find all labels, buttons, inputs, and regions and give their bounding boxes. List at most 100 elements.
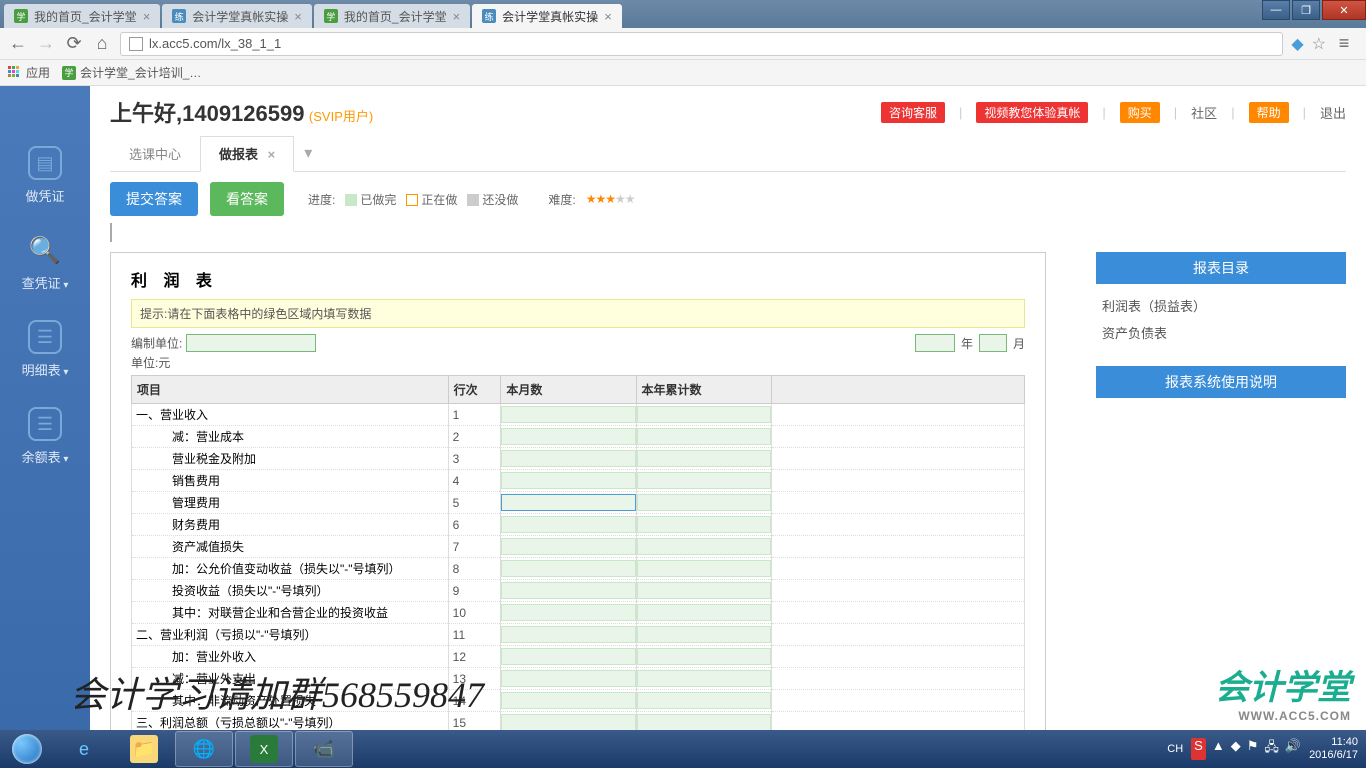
year-cell[interactable] — [636, 558, 771, 580]
bookmark-item-1[interactable]: 学 会计学堂_会计培训_… — [62, 64, 201, 81]
close-icon[interactable]: × — [143, 9, 151, 24]
year-cell[interactable] — [636, 602, 771, 624]
shield-icon[interactable]: ◆ — [1291, 34, 1303, 54]
month-cell[interactable] — [501, 448, 636, 470]
buy-button[interactable]: 购买 — [1120, 102, 1160, 123]
help-button[interactable]: 帮助 — [1249, 102, 1289, 123]
tab-report-active[interactable]: 做报表 × — [200, 136, 294, 172]
minimize-button[interactable]: — — [1262, 0, 1290, 20]
month-cell[interactable] — [501, 580, 636, 602]
taskbar-ie[interactable]: e — [55, 731, 113, 767]
table-row: 二、营业利润（亏损以"-"号填列）11 — [132, 624, 1025, 646]
item-cell: 加：公允价值变动收益（损失以"-"号填列） — [132, 558, 449, 580]
year-cell[interactable] — [636, 470, 771, 492]
clock[interactable]: 11:40 2016/6/17 — [1309, 736, 1358, 762]
tray-network-icon[interactable]: 🖧 — [1264, 738, 1279, 760]
tray-flag-icon[interactable]: ⚑ — [1247, 738, 1259, 760]
month-cell[interactable] — [501, 426, 636, 448]
consult-button[interactable]: 咨询客服 — [881, 102, 945, 123]
tray-icon[interactable]: ▲ — [1212, 738, 1225, 760]
table-row: 一、营业收入1 — [132, 404, 1025, 426]
apps-button[interactable]: 应用 — [8, 64, 50, 81]
extra-cell — [771, 426, 1024, 448]
year-cell[interactable] — [636, 404, 771, 426]
tab-dropdown[interactable]: ▾ — [294, 136, 322, 171]
tray-icon[interactable]: S — [1191, 738, 1206, 760]
close-window-button[interactable]: ✕ — [1322, 0, 1366, 20]
ime-indicator[interactable]: CH — [1167, 743, 1183, 755]
year-cell[interactable] — [636, 646, 771, 668]
taskbar-chrome-active[interactable]: 🌐 — [175, 731, 233, 767]
month-cell[interactable] — [501, 690, 636, 712]
line-cell: 8 — [448, 558, 501, 580]
start-button[interactable] — [0, 730, 54, 768]
close-icon[interactable]: × — [453, 9, 461, 24]
progress-legend: 进度: 已做完 正在做 还没做 难度: ★★★★★ — [308, 191, 635, 208]
line-cell: 11 — [448, 624, 501, 646]
table-row: 管理费用5 — [132, 492, 1025, 514]
forward-button[interactable]: → — [36, 34, 56, 54]
month-cell[interactable] — [501, 624, 636, 646]
sidebar-item-search-voucher[interactable]: 🔍 查凭证 — [0, 223, 90, 310]
sidebar-item-voucher[interactable]: ▤ 做凭证 — [0, 136, 90, 223]
year-cell[interactable] — [636, 668, 771, 690]
taskbar-camera[interactable]: 📹 — [295, 731, 353, 767]
month-input[interactable] — [979, 334, 1007, 352]
year-cell[interactable] — [636, 536, 771, 558]
view-answer-button[interactable]: 看答案 — [210, 182, 284, 216]
sidebar-item-detail[interactable]: ☰ 明细表 — [0, 310, 90, 397]
month-cell[interactable] — [501, 470, 636, 492]
year-cell[interactable] — [636, 624, 771, 646]
tab-courses[interactable]: 选课中心 — [110, 136, 200, 171]
year-cell[interactable] — [636, 492, 771, 514]
year-cell[interactable] — [636, 426, 771, 448]
year-cell[interactable] — [636, 690, 771, 712]
right-panel: 报表目录 利润表（损益表） 资产负债表 报表系统使用说明 — [1096, 252, 1346, 730]
community-link[interactable]: 社区 — [1191, 103, 1217, 122]
url-input[interactable]: lx.acc5.com/lx_38_1_1 — [120, 32, 1283, 56]
year-cell[interactable] — [636, 580, 771, 602]
year-cell[interactable] — [636, 712, 771, 731]
org-input[interactable] — [186, 334, 316, 352]
link-profit-loss[interactable]: 利润表（损益表） — [1096, 292, 1346, 319]
month-cell[interactable] — [501, 646, 636, 668]
video-button[interactable]: 视频教您体验真帐 — [976, 102, 1088, 123]
reload-button[interactable]: ⟳ — [64, 34, 84, 54]
browser-tab-2[interactable]: 练 会计学堂真帐实操 × — [162, 4, 312, 28]
month-cell[interactable] — [501, 712, 636, 731]
submit-answer-button[interactable]: 提交答案 — [110, 182, 198, 216]
tray-volume-icon[interactable]: 🔊 — [1285, 738, 1301, 760]
taskbar-excel[interactable]: X — [235, 731, 293, 767]
home-button[interactable]: ⌂ — [92, 34, 112, 54]
month-cell[interactable] — [501, 514, 636, 536]
sidebar-item-balance[interactable]: ☰ 余额表 — [0, 397, 90, 484]
back-button[interactable]: ← — [8, 34, 28, 54]
menu-button[interactable]: ≡ — [1334, 34, 1354, 54]
bookmark-star-icon[interactable]: ☆ — [1312, 34, 1326, 54]
month-cell[interactable] — [501, 602, 636, 624]
month-cell[interactable] — [501, 492, 636, 514]
year-cell[interactable] — [636, 448, 771, 470]
close-icon[interactable]: × — [604, 9, 612, 24]
taskbar-explorer[interactable]: 📁 — [115, 731, 173, 767]
col-year-header: 本年累计数 — [636, 376, 771, 404]
month-cell[interactable] — [501, 536, 636, 558]
close-icon[interactable]: × — [268, 147, 276, 162]
usage-header[interactable]: 报表系统使用说明 — [1096, 366, 1346, 398]
link-balance-sheet[interactable]: 资产负债表 — [1096, 319, 1346, 346]
month-cell[interactable] — [501, 404, 636, 426]
browser-tab-4-active[interactable]: 练 会计学堂真帐实操 × — [472, 4, 622, 28]
logout-link[interactable]: 退出 — [1320, 103, 1346, 122]
browser-tab-3[interactable]: 学 我的首页_会计学堂 × — [314, 4, 470, 28]
tray-icons[interactable]: S ▲ ◆ ⚑ 🖧 🔊 — [1191, 738, 1301, 760]
month-cell[interactable] — [501, 558, 636, 580]
item-cell: 管理费用 — [132, 492, 449, 514]
maximize-button[interactable]: ❐ — [1292, 0, 1320, 20]
year-cell[interactable] — [636, 514, 771, 536]
item-cell: 投资收益（损失以"-"号填列） — [132, 580, 449, 602]
month-cell[interactable] — [501, 668, 636, 690]
browser-tab-1[interactable]: 学 我的首页_会计学堂 × — [4, 4, 160, 28]
close-icon[interactable]: × — [294, 9, 302, 24]
tray-shield-icon[interactable]: ◆ — [1231, 738, 1241, 760]
year-input[interactable] — [915, 334, 955, 352]
